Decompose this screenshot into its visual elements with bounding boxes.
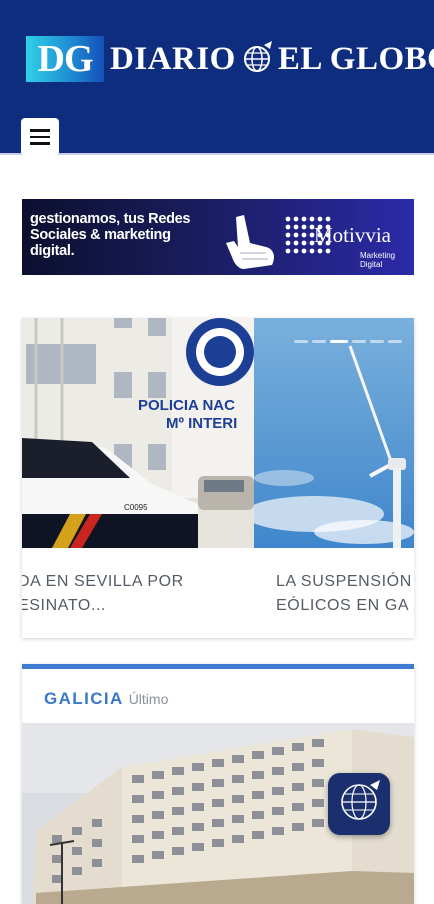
caption-line-2: EÓLICOS EN GA xyxy=(276,597,410,614)
slider-dot[interactable] xyxy=(370,340,384,343)
slide-image-wind[interactable] xyxy=(254,318,414,548)
section-title[interactable]: GALICIA xyxy=(44,689,124,709)
slider-pagination[interactable] xyxy=(294,340,402,343)
logo-text-right: EL GLOBO xyxy=(277,40,434,77)
slide-caption-police[interactable]: DA EN SEVILLA POR ESINATO... xyxy=(22,570,184,618)
slider-dot[interactable] xyxy=(294,340,308,343)
logo-mark: DG xyxy=(26,36,104,82)
caption-line-1: LA SUSPENSIÓN xyxy=(276,573,412,590)
globe-icon xyxy=(243,41,272,72)
slider-dot-active[interactable] xyxy=(330,340,348,343)
slide-caption-wind[interactable]: LA SUSPENSIÓN EÓLICOS EN GA xyxy=(276,570,412,618)
police-building-photo: POLICIA NAC Mº INTERI C0095 xyxy=(22,318,254,548)
hand-icon xyxy=(226,215,274,269)
logo-text-left: DIARIO xyxy=(110,40,236,77)
ad-banner[interactable]: gestionamos, tus Redes Sociales & market… xyxy=(22,199,414,275)
caption-line-1: DA EN SEVILLA POR xyxy=(22,573,184,590)
sign-line-2: Mº INTERI xyxy=(166,415,237,432)
slider-dot[interactable] xyxy=(388,340,402,343)
wind-turbine-photo xyxy=(254,318,414,548)
galicia-section: GALICIA Último xyxy=(22,664,414,904)
logo-wordmark: DIARIO EL GLOBO xyxy=(110,39,434,79)
news-slider[interactable]: POLICIA NAC Mº INTERI C0095 DA EN SEVILL… xyxy=(22,318,414,638)
caption-line-2: ESINATO... xyxy=(22,597,107,614)
slider-dot[interactable] xyxy=(312,340,326,343)
ad-text: gestionamos, tus Redes Sociales & market… xyxy=(30,211,191,259)
site-header: DG DIARIO EL GLOBO xyxy=(0,0,434,156)
section-header: GALICIA Último xyxy=(44,689,168,709)
site-logo[interactable]: DG DIARIO EL GLOBO xyxy=(26,36,434,82)
slider-dot[interactable] xyxy=(352,340,366,343)
section-subtitle: Último xyxy=(128,691,169,707)
svg-text:C0095: C0095 xyxy=(124,503,148,512)
sign-line-1: POLICIA NAC xyxy=(138,397,235,414)
ad-tagline: Marketing Digital xyxy=(360,251,396,269)
el-globo-badge-icon[interactable] xyxy=(328,773,390,835)
hamburger-menu-icon[interactable] xyxy=(21,118,59,156)
ad-brand: Motivvia xyxy=(314,223,391,247)
slide-image-police[interactable]: POLICIA NAC Mº INTERI C0095 xyxy=(22,318,254,548)
